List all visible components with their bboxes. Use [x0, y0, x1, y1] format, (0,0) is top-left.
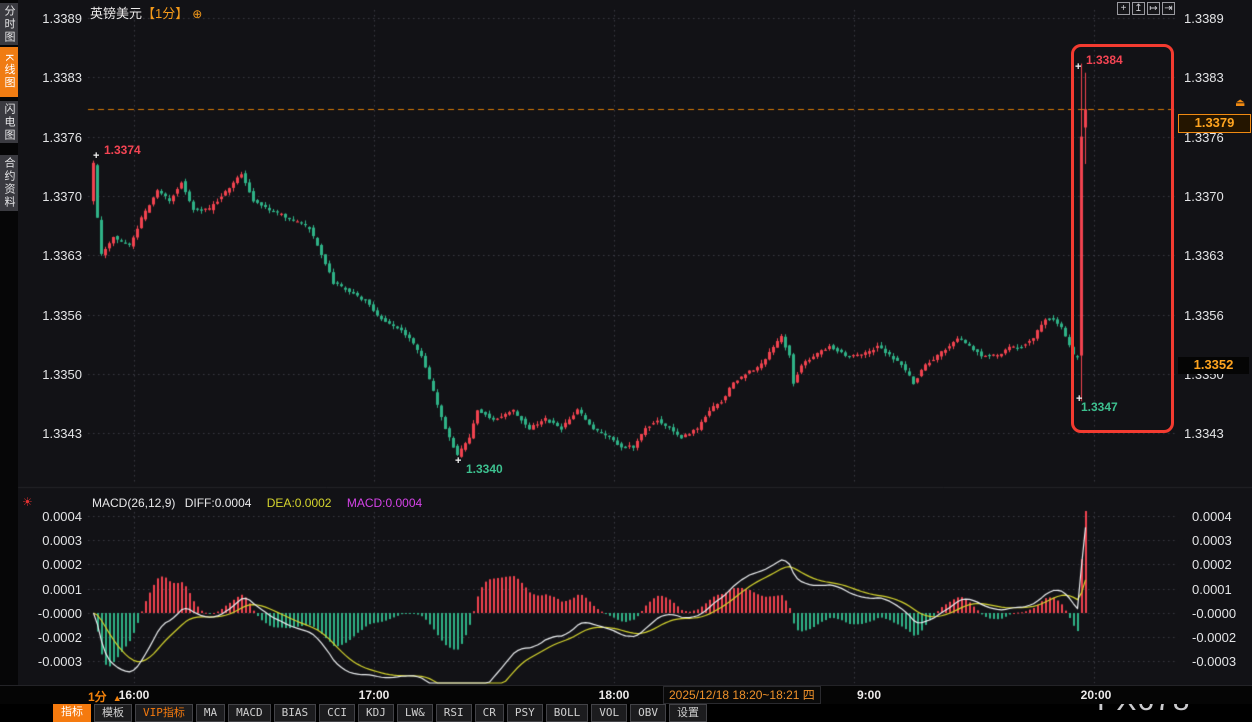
toolbar-button-VOL[interactable]: VOL	[591, 704, 627, 722]
session-high-label: 1.3374	[104, 143, 141, 157]
time-tick-label: 16:00	[119, 688, 150, 702]
macd-axis-label: 0.0002	[1192, 557, 1232, 572]
time-tick-label: 20:00	[1081, 688, 1112, 702]
toolbar-button-RSI[interactable]: RSI	[436, 704, 472, 722]
toolbar-button-PSY[interactable]: PSY	[507, 704, 543, 722]
macd-axis-label: 0.0001	[1192, 582, 1232, 597]
interval-selector[interactable]: 1分▲	[88, 688, 122, 705]
session-high-marker-icon: +	[93, 150, 99, 162]
toolbar-button-设置[interactable]: 设置	[669, 704, 707, 722]
price-axis-label: 1.3389	[1184, 11, 1224, 26]
price-alert-icon: ⏏	[1235, 96, 1245, 109]
session-low-label: 1.3340	[466, 462, 503, 476]
price-axis-label: 1.3363	[1184, 248, 1224, 263]
macd-axis-label: -0.0003	[1192, 654, 1236, 669]
macd-axis-label: -0.0000	[1192, 606, 1236, 621]
chart-type-sidebar: 分时图 K线图闪电图合约资料	[0, 0, 18, 685]
price-axis-label: 1.3370	[1184, 189, 1224, 204]
macd-axis-label: 0.0003	[1192, 533, 1232, 548]
toolbar-button-BIAS[interactable]: BIAS	[274, 704, 317, 722]
toolbar-button-OBV[interactable]: OBV	[630, 704, 666, 722]
toolbar-button-CCI[interactable]: CCI	[319, 704, 355, 722]
interval-tag: 【1分】	[142, 6, 188, 21]
macd-dea-value: DEA:0.0002	[267, 496, 332, 510]
sidebar-tab-1[interactable]: 分时图	[0, 3, 18, 45]
time-tick-label: 9:00	[857, 688, 881, 702]
toolbar-button-模板[interactable]: 模板	[94, 704, 132, 722]
current-price-box: 1.3379	[1178, 114, 1251, 133]
spike-low-marker-icon: +	[1076, 393, 1082, 405]
axis-scale-right-icon[interactable]: ↦	[1147, 2, 1160, 15]
sidebar-tab-4[interactable]: 合约资料	[0, 155, 18, 211]
price-axis-label: 1.3383	[1184, 70, 1224, 85]
pan-right-icon[interactable]: ⇥	[1162, 2, 1175, 15]
move-crosshair-icon[interactable]: +	[1117, 2, 1130, 15]
indicator-settings-icon[interactable]: ☀	[22, 495, 33, 509]
toolbar-button-MA[interactable]: MA	[196, 704, 225, 722]
toolbar-button-VIP指标[interactable]: VIP指标	[135, 704, 193, 722]
spike-low-label: 1.3347	[1081, 400, 1118, 414]
chart-title-bar: 英镑美元【1分】 ⊕	[90, 3, 202, 22]
macd-macd-value: MACD:0.0004	[347, 496, 422, 510]
sidebar-tab-2[interactable]: K线图	[0, 47, 18, 97]
time-axis: 1分▲ 2025/12/18 18:20~18:21 四 16:00 17:00 1…	[0, 685, 1252, 704]
chart-tool-icons: +↥↦⇥	[1117, 2, 1175, 15]
toolbar-button-KDJ[interactable]: KDJ	[358, 704, 394, 722]
time-tick-label: 17:00	[359, 688, 390, 702]
trading-app: 分时图K线图闪电图合约资料 英镑美元【1分】⊕ +↥↦⇥ 1.33891.338…	[0, 0, 1252, 722]
spike-high-label: 1.3384	[1086, 53, 1123, 67]
spike-high-marker-icon: +	[1075, 61, 1081, 73]
axis-scale-up-icon[interactable]: ↥	[1132, 2, 1145, 15]
macd-diff-value: DIFF:0.0004	[185, 496, 252, 510]
macd-axis-label: -0.0002	[1192, 630, 1236, 645]
time-tick-label: 18:00	[599, 688, 630, 702]
toolbar-button-MACD[interactable]: MACD	[228, 704, 271, 722]
toolbar-button-LW&[interactable]: LW&	[397, 704, 433, 722]
toolbar-button-CR[interactable]: CR	[475, 704, 504, 722]
indicator-toolbar: 指标模板VIP指标MAMACDBIASCCIKDJLW&RSICRPSYBOLL…	[53, 704, 707, 722]
price-axis-label: 1.3343	[1184, 426, 1224, 441]
price-axis-label: 1.3356	[1184, 308, 1224, 323]
add-compare-icon[interactable]: ⊕	[192, 7, 202, 21]
macd-name: MACD(26,12,9)	[92, 496, 175, 510]
sidebar-tab-3[interactable]: 闪电图	[0, 101, 18, 143]
toolbar-button-BOLL[interactable]: BOLL	[546, 704, 589, 722]
crosshair-date-tooltip: 2025/12/18 18:20~18:21 四	[663, 686, 821, 704]
session-low-marker-icon: +	[455, 455, 461, 467]
macd-axis-label: 0.0004	[1192, 509, 1232, 524]
macd-header: MACD(26,12,9) DIFF:0.0004 DEA:0.0002 MAC…	[92, 496, 422, 510]
symbol-title: 英镑美元	[90, 6, 142, 21]
toolbar-button-指标[interactable]: 指标	[53, 704, 91, 722]
spike-highlight-box	[1071, 44, 1174, 433]
last-price-box: 1.3352	[1178, 357, 1249, 374]
candlestick-chart-canvas[interactable]	[0, 0, 1252, 722]
